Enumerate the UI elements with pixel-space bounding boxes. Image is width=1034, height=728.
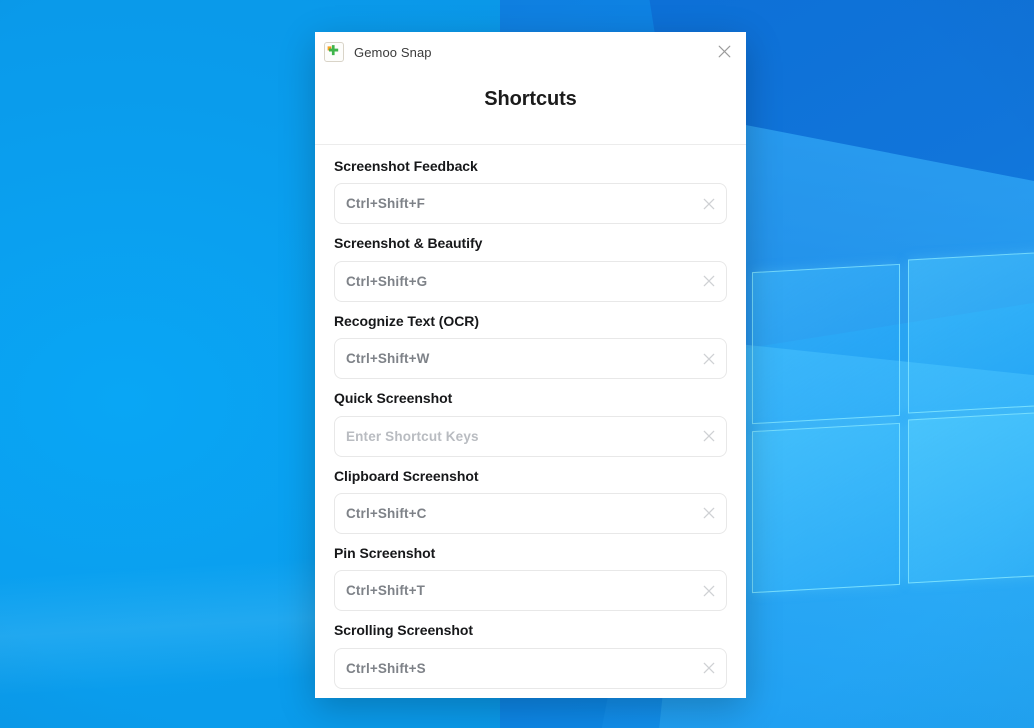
title-bar[interactable]: Gemoo Snap	[315, 32, 746, 72]
shortcut-label: Quick Screenshot	[334, 390, 453, 407]
gemoo-snap-icon	[324, 42, 344, 62]
clear-icon[interactable]	[692, 262, 726, 301]
shortcut-value[interactable]: Ctrl+Shift+S	[335, 661, 692, 676]
shortcut-value[interactable]: Ctrl+Shift+G	[335, 274, 692, 289]
shortcut-row: Recognize Text (OCR) Ctrl+Shift+W	[334, 312, 727, 380]
shortcut-label: Pin Screenshot	[334, 544, 436, 561]
shortcut-input[interactable]: Ctrl+Shift+C	[334, 492, 727, 534]
clear-icon[interactable]	[692, 494, 726, 533]
shortcut-label: Screenshot Feedback	[334, 158, 478, 174]
shortcut-row: Quick Screenshot Enter Shortcut Keys	[334, 390, 727, 457]
shortcut-input[interactable]: Enter Shortcut Keys	[334, 415, 727, 457]
clear-icon[interactable]	[692, 417, 726, 456]
shortcut-value[interactable]: Ctrl+Shift+W	[335, 351, 692, 366]
shortcut-value[interactable]: Ctrl+Shift+T	[335, 583, 692, 598]
shortcut-input[interactable]: Ctrl+Shift+S	[334, 647, 727, 689]
shortcut-row: Clipboard Screenshot Ctrl+Shift+C	[334, 467, 727, 534]
shortcut-row: Screenshot Feedback Ctrl+Shift+F	[334, 158, 727, 225]
app-title: Gemoo Snap	[354, 44, 432, 60]
shortcut-value[interactable]: Enter Shortcut Keys	[335, 429, 692, 444]
desktop-background: Gemoo Snap Shortcuts Screenshot Feedback…	[0, 0, 1034, 728]
clear-icon[interactable]	[692, 184, 726, 223]
shortcut-row: Screenshot & Beautify Ctrl+Shift+G	[334, 235, 727, 302]
shortcut-label: Scrolling Screenshot	[334, 622, 474, 639]
shortcut-value[interactable]: Ctrl+Shift+F	[335, 196, 692, 211]
clear-icon[interactable]	[692, 649, 726, 688]
gemoo-snap-window: Gemoo Snap Shortcuts Screenshot Feedback…	[315, 32, 746, 698]
shortcut-label: Screenshot & Beautify	[334, 235, 483, 252]
dialog-header: Shortcuts	[315, 72, 746, 145]
shortcut-input[interactable]: Ctrl+Shift+T	[334, 570, 727, 612]
shortcut-input[interactable]: Ctrl+Shift+G	[334, 260, 727, 302]
clear-icon[interactable]	[692, 339, 726, 378]
shortcut-row: Scrolling Screenshot Ctrl+Shift+S	[334, 622, 727, 689]
shortcut-input[interactable]: Ctrl+Shift+F	[334, 183, 727, 225]
shortcuts-list: Screenshot Feedback Ctrl+Shift+F Screens…	[315, 145, 746, 698]
shortcut-label: Clipboard Screenshot	[334, 467, 479, 484]
shortcut-value[interactable]: Ctrl+Shift+C	[335, 506, 692, 521]
shortcut-row: Pin Screenshot Ctrl+Shift+T	[334, 544, 727, 612]
close-icon[interactable]	[708, 36, 740, 66]
clear-icon[interactable]	[692, 571, 726, 610]
shortcut-label: Recognize Text (OCR)	[334, 312, 479, 329]
page-title: Shortcuts	[484, 88, 577, 110]
shortcut-input[interactable]: Ctrl+Shift+W	[334, 338, 727, 380]
